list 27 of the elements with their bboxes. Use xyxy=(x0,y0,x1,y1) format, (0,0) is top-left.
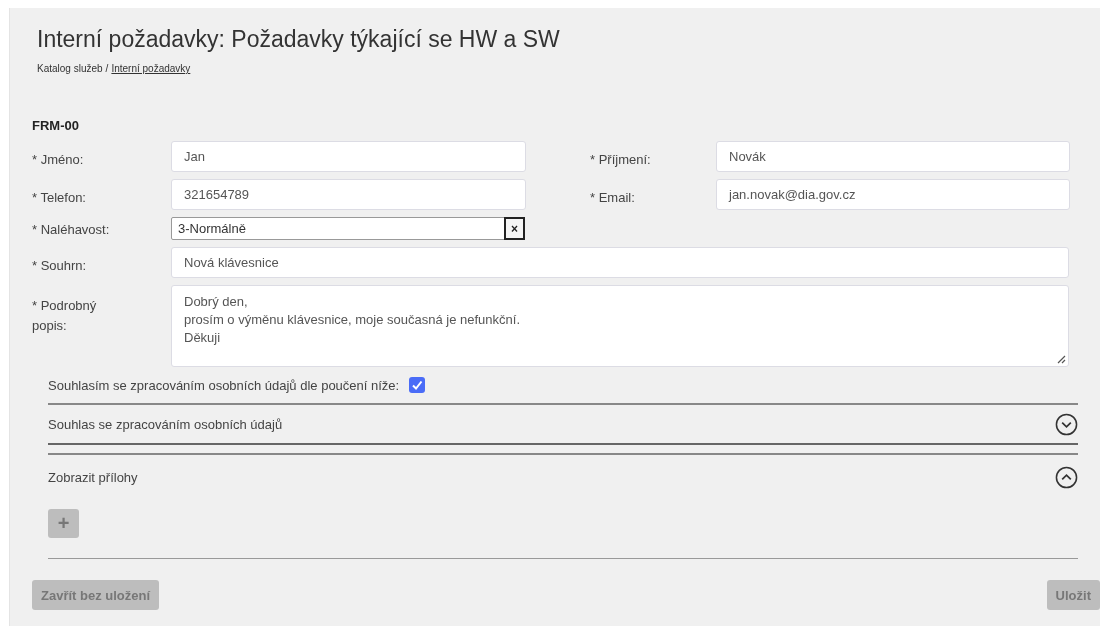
breadcrumb-separator: / xyxy=(105,63,109,74)
resize-handle-icon[interactable] xyxy=(1057,355,1066,364)
input-field[interactable]: Novák xyxy=(716,141,1070,172)
page-title: Interní požadavky: Požadavky týkající se HW a SW xyxy=(37,26,561,53)
form-code: FRM-00 xyxy=(32,118,80,133)
input-field[interactable]: Nová klávesnice xyxy=(171,247,1069,278)
input-field[interactable]: jan.novak@dia.gov.cz xyxy=(716,179,1070,210)
breadcrumb-link[interactable]: Interní požadavky xyxy=(111,63,191,74)
breadcrumb-item: Katalog služeb xyxy=(37,63,103,74)
input-field[interactable]: Jan xyxy=(171,141,526,172)
clear-button[interactable]: × xyxy=(504,217,525,240)
field-label: * Příjmení: xyxy=(589,151,652,169)
consent-label: Souhlasím se zpracováním osobních údajů dle poučení níže: xyxy=(48,377,400,393)
text-area[interactable]: Dobrý den, prosím o výměnu klávesnice, moje současná je nefunkční. Děkuji xyxy=(171,285,1069,367)
chevron-up-icon[interactable] xyxy=(1055,465,1078,489)
chevron-down-icon[interactable] xyxy=(1055,412,1078,436)
input-field[interactable]: 321654789 xyxy=(171,179,526,210)
checkbox[interactable] xyxy=(409,377,426,393)
field-label: * Jméno: xyxy=(31,151,85,169)
field-label: * Podrobný popis: xyxy=(31,297,98,335)
field-label: * Souhrn: xyxy=(31,257,88,275)
field-label: * Email: xyxy=(589,189,636,207)
field-label: * Naléhavost: xyxy=(31,221,111,239)
select-field[interactable]: 3-Normálně × xyxy=(171,217,525,240)
section-title[interactable]: Souhlas se zpracováním osobních údajů xyxy=(48,416,283,432)
field-label: * Telefon: xyxy=(31,189,87,207)
section-title[interactable]: Zobrazit přílohy xyxy=(48,469,138,485)
